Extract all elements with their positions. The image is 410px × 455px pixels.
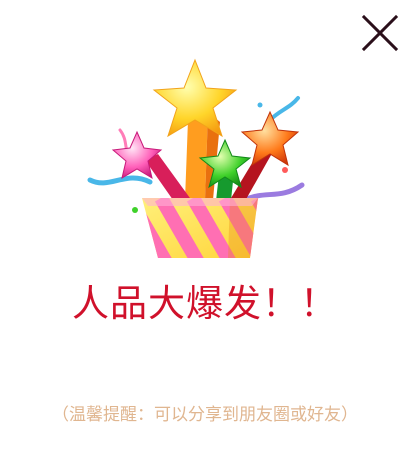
headline: 人品大爆发！！ bbox=[72, 282, 338, 325]
close-button[interactable] bbox=[361, 14, 399, 52]
gift-box-stars-icon bbox=[87, 58, 305, 258]
close-icon bbox=[361, 14, 399, 52]
share-tip: （温馨提醒：可以分享到朋友圈或好友） bbox=[52, 405, 358, 425]
gift-box-illustration bbox=[80, 50, 320, 270]
